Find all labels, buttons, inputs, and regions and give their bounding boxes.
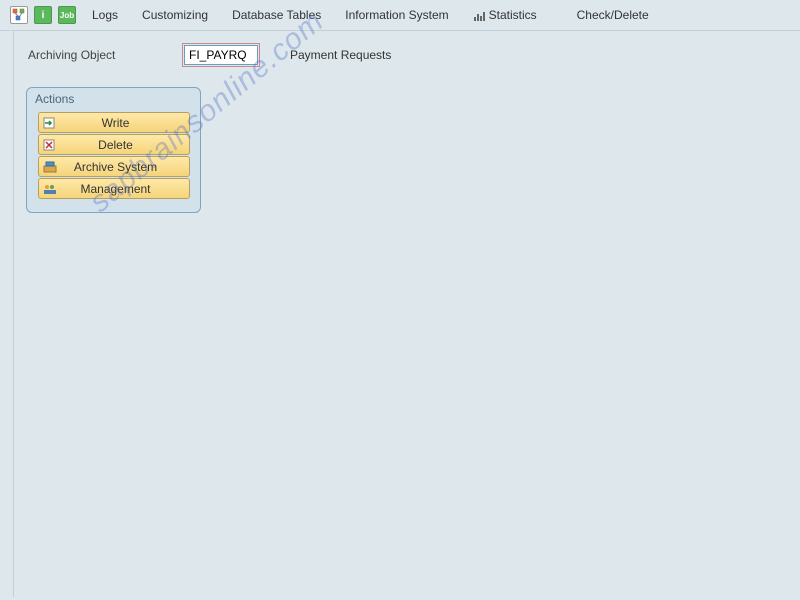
job-icon[interactable]: Job (58, 6, 76, 24)
archiving-object-row: Archiving Object Payment Requests (24, 45, 790, 65)
toolbar-item-logs[interactable]: Logs (82, 6, 128, 24)
delete-icon (41, 137, 59, 153)
archiving-object-label: Archiving Object (28, 48, 158, 62)
statistics-icon (473, 10, 487, 22)
toolbar-item-customizing[interactable]: Customizing (132, 6, 218, 24)
info-icon[interactable]: i (34, 6, 52, 24)
delete-button-label: Delete (61, 138, 187, 152)
delete-button[interactable]: Delete (38, 134, 190, 155)
management-button[interactable]: Management (38, 178, 190, 199)
archiving-object-input[interactable] (184, 45, 258, 65)
toolbar-item-statistics-label: Statistics (489, 8, 537, 22)
main-area: Archiving Object Payment Requests Action… (0, 31, 800, 597)
left-strip (0, 31, 14, 597)
archiving-object-description: Payment Requests (290, 48, 391, 62)
actions-title: Actions (27, 88, 200, 112)
content-area: Archiving Object Payment Requests Action… (14, 31, 800, 597)
archive-system-button[interactable]: Archive System (38, 156, 190, 177)
write-icon (41, 115, 59, 131)
archive-system-icon (41, 159, 59, 175)
toolbar-item-statistics[interactable]: Statistics (463, 6, 547, 24)
write-button[interactable]: Write (38, 112, 190, 133)
management-icon (41, 181, 59, 197)
management-button-label: Management (61, 182, 187, 196)
app-toolbar: i Job Logs Customizing Database Tables I… (0, 0, 800, 31)
write-button-label: Write (61, 116, 187, 130)
toolbar-item-information-system[interactable]: Information System (335, 6, 458, 24)
toolbar-item-check-delete[interactable]: Check/Delete (567, 6, 659, 24)
archive-system-button-label: Archive System (61, 160, 187, 174)
actions-panel: Actions Write Delete Archive System (26, 87, 201, 213)
structure-icon[interactable] (10, 6, 28, 24)
toolbar-item-database-tables[interactable]: Database Tables (222, 6, 331, 24)
